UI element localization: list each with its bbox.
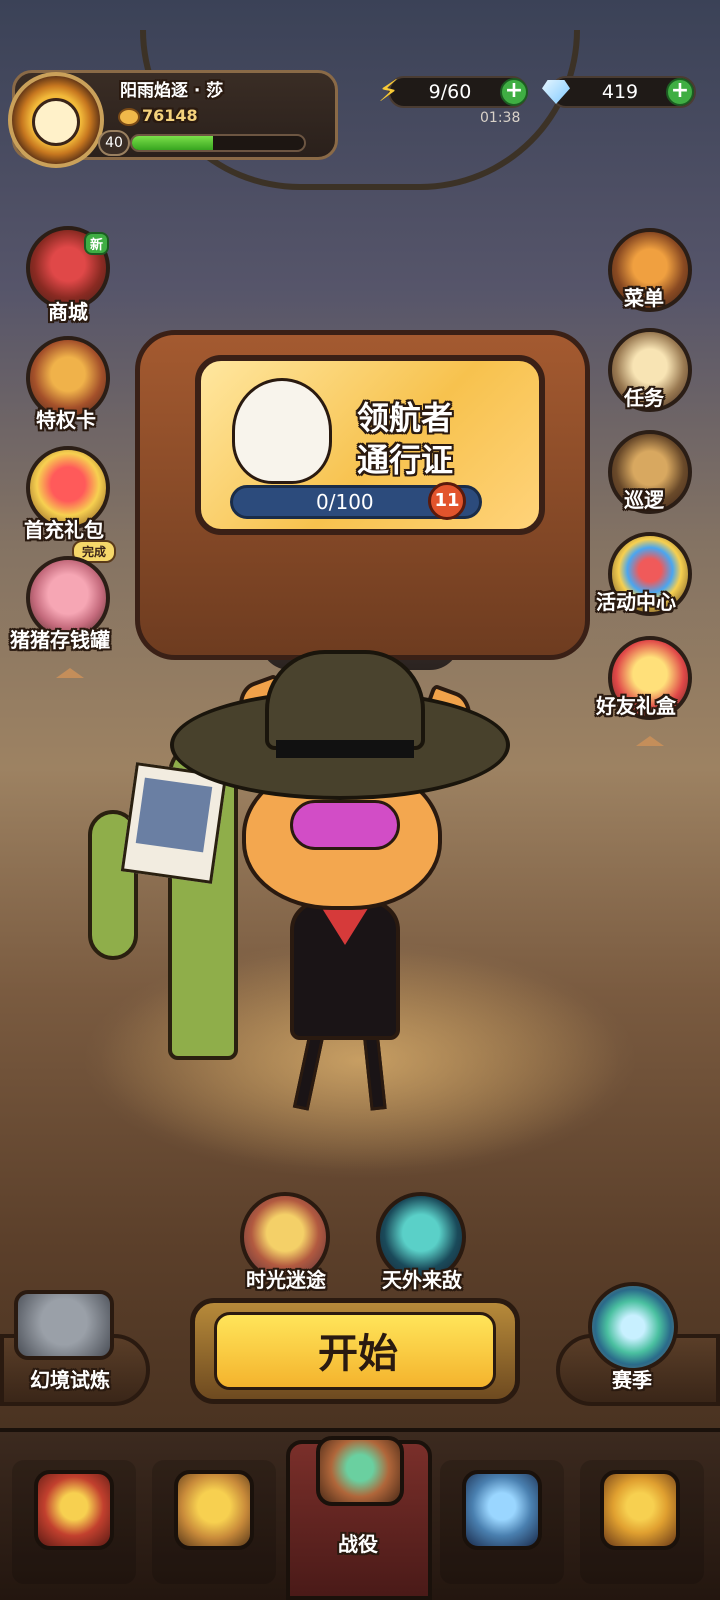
add-gems-button[interactable]: + bbox=[666, 78, 694, 106]
piggy-bank-label[interactable]: 猪猪存钱罐 bbox=[10, 624, 110, 653]
first-recharge-label[interactable]: 首充礼包 bbox=[24, 514, 104, 543]
quest-label[interactable]: 任务 bbox=[624, 382, 664, 411]
player-level-badge: 40 bbox=[98, 130, 130, 156]
pass-progress-text: 0/100 bbox=[316, 490, 374, 514]
energy-timer: 01:38 bbox=[480, 110, 521, 126]
start-button[interactable]: 开始 bbox=[214, 1312, 496, 1390]
treasure-cart-icon[interactable] bbox=[174, 1470, 254, 1550]
player-power: 76148 bbox=[142, 106, 198, 125]
hero-chest-icon[interactable] bbox=[34, 1470, 114, 1550]
photo-portrait bbox=[135, 777, 213, 853]
player-name: 阳雨焰逐 · 莎 bbox=[120, 81, 224, 101]
character-mask bbox=[290, 800, 400, 850]
time-maze-label[interactable]: 时光迷途 bbox=[226, 1264, 346, 1293]
lightning-icon: ⚡ bbox=[378, 74, 400, 109]
pass-title-line2: 通行证 bbox=[356, 441, 453, 479]
pass-level-badge: 11 bbox=[428, 482, 466, 520]
pass-title-line1: 领航者 bbox=[356, 399, 453, 437]
menu-label[interactable]: 菜单 bbox=[624, 282, 664, 311]
start-button-label: 开始 bbox=[318, 1331, 398, 1377]
card-book-icon[interactable] bbox=[600, 1470, 680, 1550]
cowboy-hat-band bbox=[276, 740, 414, 758]
events-center-label[interactable]: 活动中心 bbox=[596, 586, 676, 615]
season-label[interactable]: 赛季 bbox=[572, 1364, 692, 1393]
illusion-trial-label[interactable]: 幻境试炼 bbox=[10, 1364, 130, 1393]
shop-label[interactable]: 商城 bbox=[48, 296, 88, 325]
avatar-face-icon bbox=[32, 98, 80, 146]
new-badge: 新 bbox=[84, 232, 110, 255]
alien-enemy-label[interactable]: 天外来敌 bbox=[362, 1264, 482, 1293]
privilege-card-label[interactable]: 特权卡 bbox=[36, 404, 96, 433]
collapse-right-arrow-icon[interactable] bbox=[636, 736, 664, 746]
xp-progress-bar bbox=[130, 134, 306, 152]
goggles-helmet-icon[interactable] bbox=[462, 1470, 542, 1550]
patrol-label[interactable]: 巡逻 bbox=[624, 484, 664, 513]
gem-value: 419 bbox=[601, 81, 639, 103]
friend-gift-label[interactable]: 好友礼盒 bbox=[596, 690, 676, 719]
campaign-label[interactable]: 战役 bbox=[338, 1528, 378, 1557]
pass-mascot-dog bbox=[232, 378, 332, 484]
cowboy-hat-crown bbox=[265, 650, 425, 750]
campaign-icon[interactable] bbox=[316, 1436, 404, 1506]
xp-progress-fill bbox=[132, 136, 213, 150]
power-icon bbox=[118, 108, 140, 126]
collapse-left-arrow-icon[interactable] bbox=[56, 668, 84, 678]
energy-value: 9/60 bbox=[428, 81, 472, 103]
season-portal-icon[interactable] bbox=[588, 1282, 678, 1372]
film-camera-icon[interactable] bbox=[14, 1290, 114, 1360]
add-energy-button[interactable]: + bbox=[500, 78, 528, 106]
